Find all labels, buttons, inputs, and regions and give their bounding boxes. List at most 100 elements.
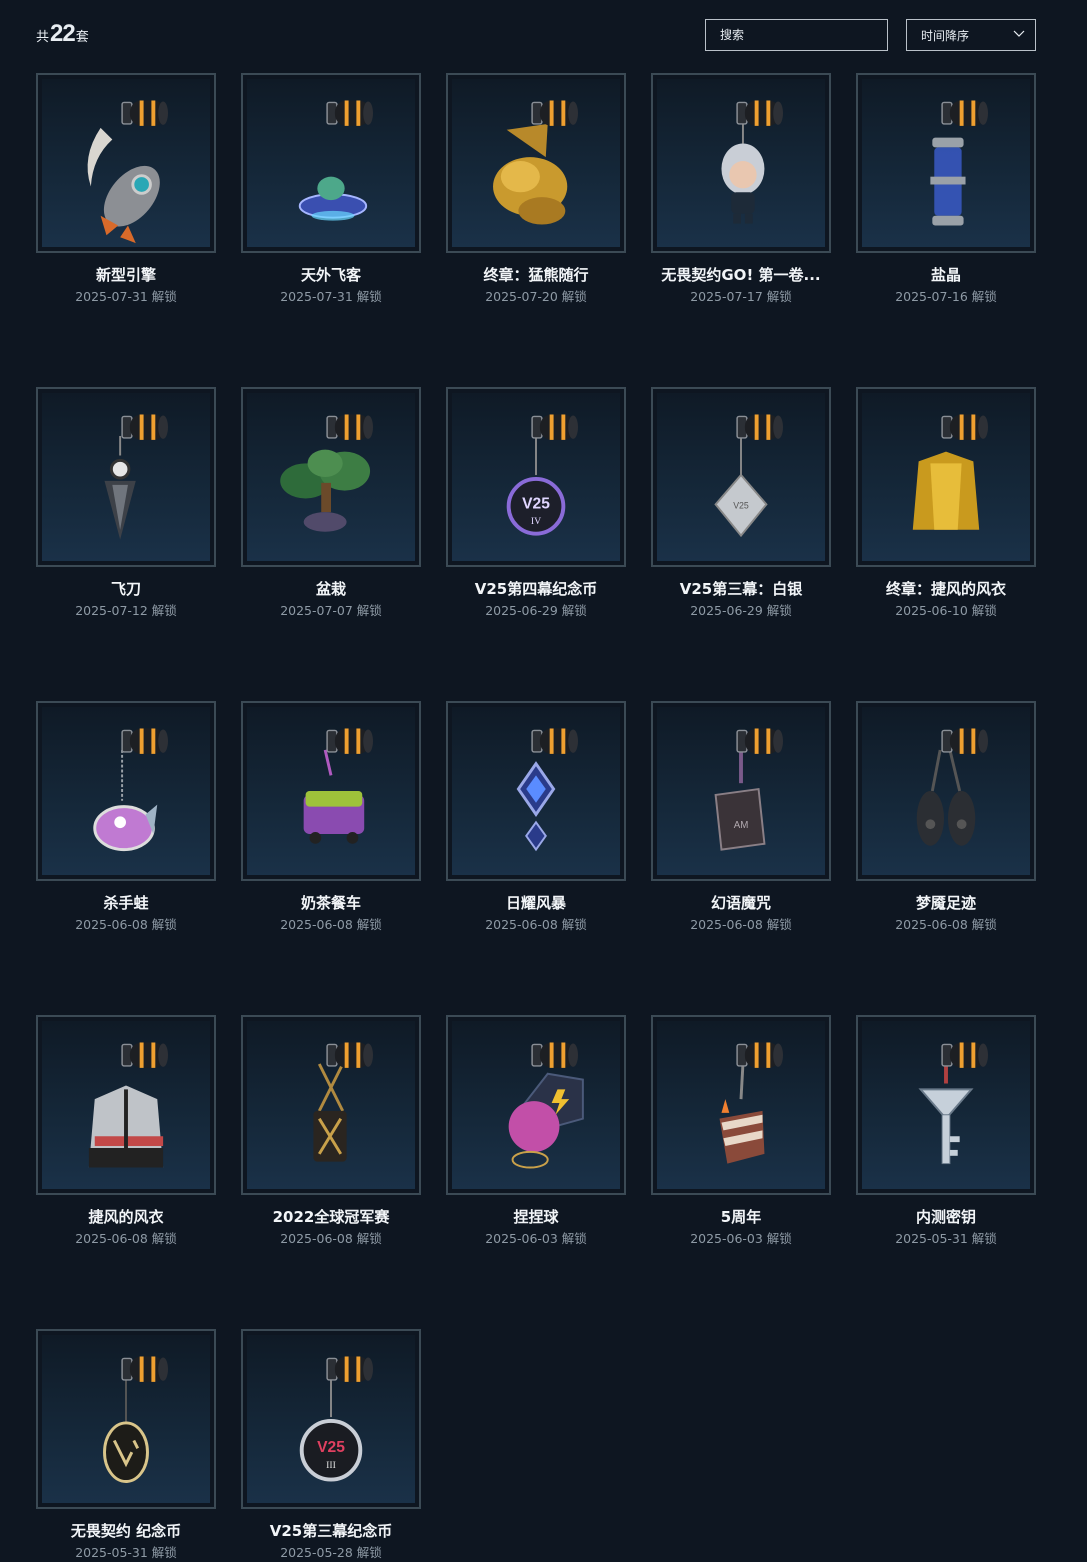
charm-unlock-date: 2025-07-12 解锁 xyxy=(75,603,177,618)
ufo-charm-icon xyxy=(298,100,373,221)
charm-card[interactable]: 内测密钥 2025-05-31 解锁 xyxy=(856,1015,1036,1248)
golden-jacket-charm-icon xyxy=(912,414,988,530)
charm-thumbnail-frame xyxy=(862,79,1030,247)
charm-thumbnail xyxy=(241,1015,421,1195)
clip xyxy=(941,1042,988,1068)
spellbook-charm-icon: AM xyxy=(714,728,783,851)
svg-text:V25: V25 xyxy=(317,1439,345,1456)
charm-card[interactable]: V25 III V25第三幕纪念币 2025-05-28 解锁 xyxy=(241,1329,421,1562)
charm-title: V25第三幕纪念币 xyxy=(269,1522,393,1540)
charm-title: 内测密钥 xyxy=(915,1208,976,1226)
charm-unlock-date: 2025-05-28 解锁 xyxy=(280,1545,382,1560)
item-count-value: 22 xyxy=(50,20,76,47)
charm-thumbnail-frame xyxy=(247,79,415,247)
charm-card[interactable]: AM 幻语魔咒 2025-06-08 解锁 xyxy=(651,701,831,934)
charm-thumbnail-frame: AM xyxy=(657,707,825,875)
charm-title: 飞刀 xyxy=(110,580,141,598)
charm-thumbnail xyxy=(446,1015,626,1195)
charm-thumbnail xyxy=(36,73,216,253)
charm-card[interactable]: 盐晶 2025-07-16 解锁 xyxy=(856,73,1036,306)
svg-text:IV: IV xyxy=(531,516,541,527)
clip xyxy=(531,414,578,440)
clip xyxy=(121,1042,168,1068)
charm-unlock-date: 2025-07-31 解锁 xyxy=(280,289,382,304)
paw-boots-charm-icon xyxy=(916,728,988,846)
search-input[interactable] xyxy=(706,20,887,50)
charm-card[interactable]: 杀手蛙 2025-06-08 解锁 xyxy=(36,701,216,934)
charm-thumbnail-frame xyxy=(657,79,825,247)
svg-text:AM: AM xyxy=(734,820,749,831)
charm-thumbnail-frame: V25 xyxy=(657,393,825,561)
charm-unlock-date: 2025-06-08 解锁 xyxy=(75,917,177,932)
item-count-suffix: 套 xyxy=(75,30,89,45)
clip xyxy=(121,414,168,440)
charm-unlock-date: 2025-06-08 解锁 xyxy=(280,1231,382,1246)
charm-card[interactable]: 无畏契约 纪念币 2025-05-31 解锁 xyxy=(36,1329,216,1562)
charm-thumbnail xyxy=(856,73,1036,253)
charm-thumbnail-frame xyxy=(452,1021,620,1189)
charm-card[interactable]: 奶茶餐车 2025-06-08 解锁 xyxy=(241,701,421,934)
charm-title: V25第三幕：白银 xyxy=(679,580,803,598)
clip xyxy=(326,414,373,440)
charm-thumbnail-frame xyxy=(862,707,1030,875)
charm-unlock-date: 2025-06-08 解锁 xyxy=(75,1231,177,1246)
clip xyxy=(736,414,783,440)
charm-card[interactable]: 5周年 2025-06-03 解锁 xyxy=(651,1015,831,1248)
charm-thumbnail xyxy=(651,73,831,253)
charm-thumbnail: AM xyxy=(651,701,831,881)
charm-title: 奶茶餐车 xyxy=(300,894,361,912)
charm-thumbnail xyxy=(241,387,421,567)
charm-card[interactable]: 捏捏球 2025-06-03 解锁 xyxy=(446,1015,626,1248)
clip xyxy=(531,100,578,126)
charm-unlock-date: 2025-06-08 解锁 xyxy=(690,917,792,932)
charm-card[interactable]: 新型引擎 2025-07-31 解锁 xyxy=(36,73,216,306)
charm-card[interactable]: 天外飞客 2025-07-31 解锁 xyxy=(241,73,421,306)
charm-thumbnail xyxy=(856,701,1036,881)
charm-title: 无畏契约GO! 第一卷... xyxy=(661,266,821,284)
salt-crystal-charm-icon xyxy=(930,100,988,226)
svg-text:V25: V25 xyxy=(733,500,749,510)
charm-title: 捏捏球 xyxy=(513,1208,559,1226)
squeeze-ball-charm-icon xyxy=(508,1042,584,1169)
charm-card[interactable]: 盆栽 2025-07-07 解锁 xyxy=(241,387,421,620)
charm-card[interactable]: 终章：捷风的风衣 2025-06-10 解锁 xyxy=(856,387,1036,620)
charm-title: 捷风的风衣 xyxy=(88,1208,164,1226)
chevron-down-icon xyxy=(1013,30,1025,37)
charm-thumbnail-frame xyxy=(452,79,620,247)
charm-title: 5周年 xyxy=(720,1208,762,1226)
charm-thumbnail-frame: V25 IV xyxy=(452,393,620,561)
charm-thumbnail xyxy=(36,1015,216,1195)
blue-gem-charm-icon xyxy=(516,728,578,852)
charm-thumbnail-frame xyxy=(42,1021,210,1189)
charm-thumbnail xyxy=(856,387,1036,567)
clip xyxy=(941,414,988,440)
charm-card[interactable]: 终章：猛熊随行 2025-07-20 解锁 xyxy=(446,73,626,306)
charm-card[interactable]: V25 V25第三幕：白银 2025-06-29 解锁 xyxy=(651,387,831,620)
charm-unlock-date: 2025-05-31 解锁 xyxy=(75,1545,177,1560)
sort-dropdown[interactable]: 时间降序 xyxy=(906,19,1036,51)
charm-thumbnail-frame xyxy=(657,1021,825,1189)
charm-card[interactable]: 梦魇足迹 2025-06-08 解锁 xyxy=(856,701,1036,934)
charm-card[interactable]: 2022全球冠军赛 2025-06-08 解锁 xyxy=(241,1015,421,1248)
charm-unlock-date: 2025-07-16 解锁 xyxy=(895,289,997,304)
v25-act4-coin-icon: V25 IV xyxy=(506,414,578,536)
charm-card[interactable]: 无畏契约GO! 第一卷... 2025-07-17 解锁 xyxy=(651,73,831,306)
toolbar: 共 22 套 时间降序 xyxy=(36,19,1036,53)
item-count-prefix: 共 xyxy=(36,30,50,45)
charm-unlock-date: 2025-07-17 解锁 xyxy=(690,289,792,304)
charm-thumbnail xyxy=(241,73,421,253)
clip xyxy=(326,728,373,754)
charm-thumbnail xyxy=(36,387,216,567)
clip xyxy=(531,1042,578,1068)
charm-title: 无畏契约 纪念币 xyxy=(70,1522,182,1540)
charm-card[interactable]: V25 IV V25第四幕纪念币 2025-06-29 解锁 xyxy=(446,387,626,620)
kunai-charm-icon xyxy=(104,414,168,540)
golden-bear-charm-icon xyxy=(493,100,578,225)
charm-card[interactable]: 飞刀 2025-07-12 解锁 xyxy=(36,387,216,620)
charm-thumbnail xyxy=(856,1015,1036,1195)
frog-charm-icon xyxy=(93,728,168,852)
charm-title: 杀手蛙 xyxy=(103,894,149,912)
charm-card[interactable]: 日耀风暴 2025-06-08 解锁 xyxy=(446,701,626,934)
charm-thumbnail-frame xyxy=(247,393,415,561)
charm-card[interactable]: 捷风的风衣 2025-06-08 解锁 xyxy=(36,1015,216,1248)
